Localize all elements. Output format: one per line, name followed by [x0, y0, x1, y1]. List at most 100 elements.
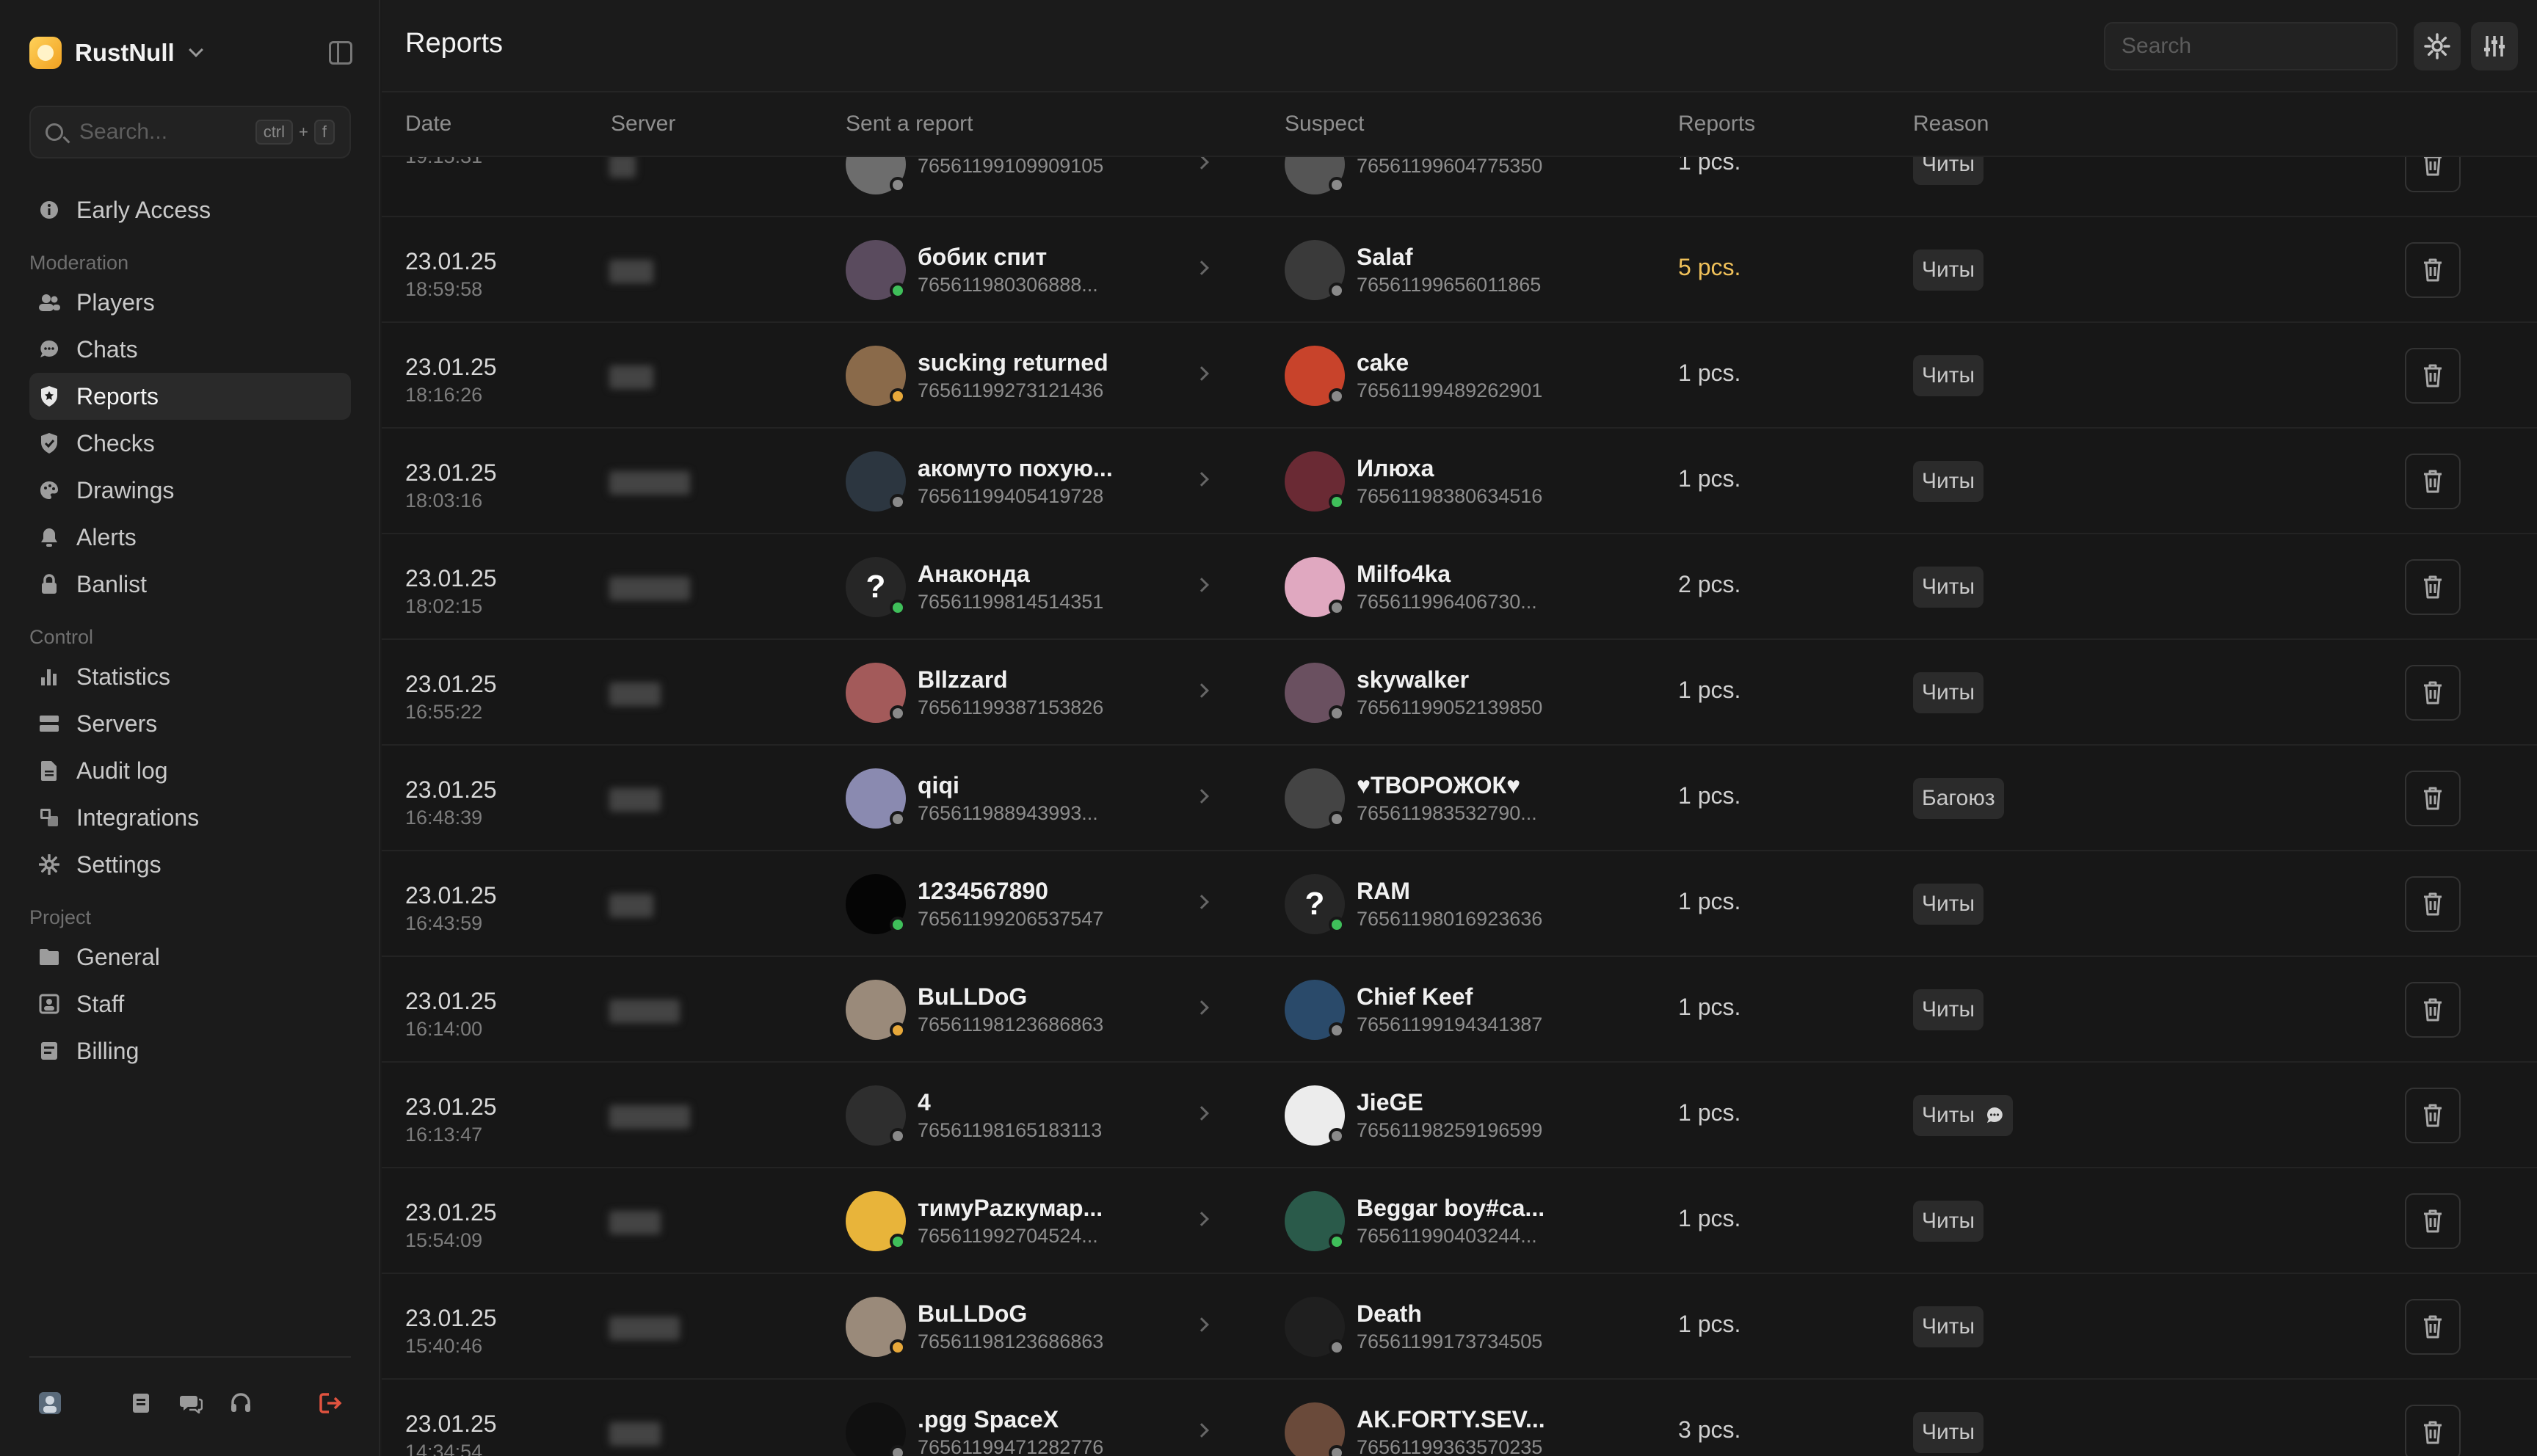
sidebar-item-settings[interactable]: Settings	[29, 841, 351, 888]
suspect-user[interactable]: skywalker 76561199052139850	[1285, 662, 1542, 724]
reason-badge[interactable]: Читы	[1913, 884, 1984, 925]
user-avatar-icon[interactable]	[37, 1390, 63, 1416]
sender-user[interactable]: Bllzzard 76561199387153826	[846, 662, 1103, 724]
delete-button[interactable]	[2405, 771, 2461, 826]
sidebar-item-audit-log[interactable]: Audit log	[29, 747, 351, 794]
reason-badge[interactable]: Читы	[1913, 1306, 1984, 1347]
avatar[interactable]	[1285, 240, 1345, 300]
suspect-name[interactable]: Salaf	[1357, 244, 1541, 271]
sidebar-item-servers[interactable]: Servers	[29, 700, 351, 747]
column-reason[interactable]: Reason	[1913, 112, 1989, 136]
sender-user[interactable]: 1234567890 76561199206537547	[846, 873, 1103, 935]
avatar[interactable]	[1285, 1085, 1345, 1146]
sidebar-item-statistics[interactable]: Statistics	[29, 653, 351, 700]
logout-icon[interactable]	[317, 1390, 344, 1416]
sender-steam-id[interactable]: 765611992704524...	[918, 1225, 1103, 1248]
avatar[interactable]	[846, 1297, 906, 1357]
sender-user[interactable]: BuLLDoG 76561198123686863	[846, 979, 1103, 1041]
suspect-steam-id[interactable]: 76561198016923636	[1357, 908, 1542, 931]
table-row[interactable]: 23.01.25 15:40:46 BuLLDoG 76561198123686863…	[382, 1274, 2537, 1380]
sender-name[interactable]: .pgg SpaceX	[918, 1406, 1103, 1433]
suspect-name[interactable]: JieGE	[1357, 1089, 1542, 1116]
table-row[interactable]: 23.01.25 16:13:47 4 76561198165183113 JieGE 7…	[382, 1063, 2537, 1168]
suspect-user[interactable]: ? RAM 76561198016923636	[1285, 873, 1542, 935]
sender-user[interactable]: .pgg SpaceX 76561199471282776	[846, 1402, 1103, 1456]
sidebar-item-checks[interactable]: Checks	[29, 420, 351, 467]
sidebar-item-billing[interactable]: Billing	[29, 1027, 351, 1074]
suspect-steam-id[interactable]: 765611990403244...	[1357, 1225, 1545, 1248]
suspect-user[interactable]: ♥ТВОРОЖОК♥ 765611983532790...	[1285, 768, 1537, 829]
sidebar-item-integrations[interactable]: Integrations	[29, 794, 351, 841]
sidebar-item-banlist[interactable]: Banlist	[29, 561, 351, 608]
avatar[interactable]	[846, 663, 906, 723]
table-row[interactable]: 23.01.25 18:02:15? Анаконда 765611998145143…	[382, 534, 2537, 640]
suspect-steam-id[interactable]: 76561199489262901	[1357, 379, 1542, 402]
suspect-steam-id[interactable]: 76561199363570235	[1357, 1436, 1545, 1456]
suspect-name[interactable]: Milfo4ka	[1357, 561, 1537, 588]
avatar[interactable]	[1285, 346, 1345, 406]
sender-name[interactable]: BuLLDoG	[918, 1300, 1103, 1328]
suspect-name[interactable]: AK.FORTY.SEV...	[1357, 1406, 1545, 1433]
avatar[interactable]	[846, 451, 906, 512]
reason-badge[interactable]: Читы	[1913, 672, 1984, 713]
delete-button[interactable]	[2405, 559, 2461, 615]
sender-name[interactable]: qiqi	[918, 772, 1098, 799]
sender-name[interactable]: 1234567890	[918, 878, 1103, 905]
sender-steam-id[interactable]: 76561199387153826	[918, 696, 1103, 719]
suspect-name[interactable]: Death	[1357, 1300, 1542, 1328]
delete-button[interactable]	[2405, 348, 2461, 404]
column-suspect[interactable]: Suspect	[1285, 112, 1364, 136]
discord-chat-icon[interactable]	[178, 1390, 204, 1416]
avatar[interactable]	[846, 1191, 906, 1251]
table-row[interactable]: 23.01.25 14:34:54 .pgg SpaceX 7656119947128…	[382, 1380, 2537, 1456]
avatar[interactable]: ?	[846, 557, 906, 617]
sidebar-item-reports[interactable]: Reports	[29, 373, 351, 420]
avatar[interactable]	[846, 874, 906, 934]
sidebar-item-early-access[interactable]: Early Access	[29, 186, 351, 233]
support-headset-icon[interactable]	[228, 1390, 254, 1416]
avatar[interactable]	[1285, 451, 1345, 512]
suspect-name[interactable]: ♥ТВОРОЖОК♥	[1357, 772, 1537, 799]
suspect-user[interactable]: 76561199604775350	[1285, 157, 1542, 195]
sender-name[interactable]: Анаконда	[918, 561, 1103, 588]
suspect-name[interactable]: Илюха	[1357, 455, 1542, 482]
suspect-steam-id[interactable]: 765611996406730...	[1357, 591, 1537, 614]
delete-button[interactable]	[2405, 982, 2461, 1038]
suspect-steam-id[interactable]: 76561198259196599	[1357, 1119, 1542, 1142]
column-server[interactable]: Server	[611, 112, 675, 136]
suspect-name[interactable]: RAM	[1357, 878, 1542, 905]
table-row[interactable]: 23.01.25 18:03:16 акомуто похую... 76561199…	[382, 429, 2537, 534]
suspect-user[interactable]: Chief Keef 76561199194341387	[1285, 979, 1542, 1041]
sender-name[interactable]: тимуPazкумар...	[918, 1195, 1103, 1222]
sender-user[interactable]: ? Анаконда 76561199814514351	[846, 556, 1103, 618]
sender-name[interactable]: sucking returned	[918, 349, 1108, 376]
sidebar-item-alerts[interactable]: Alerts	[29, 514, 351, 561]
reason-badge[interactable]: Читы	[1913, 157, 1984, 185]
sender-user[interactable]: тимуPazкумар... 765611992704524...	[846, 1190, 1103, 1252]
avatar[interactable]	[1285, 1297, 1345, 1357]
sender-steam-id[interactable]: 76561198123686863	[918, 1331, 1103, 1353]
delete-button[interactable]	[2405, 876, 2461, 932]
reason-badge[interactable]: Читы	[1913, 989, 1984, 1030]
avatar[interactable]	[846, 346, 906, 406]
sidebar-item-staff[interactable]: Staff	[29, 980, 351, 1027]
sidebar-item-chats[interactable]: Chats	[29, 326, 351, 373]
delete-button[interactable]	[2405, 1193, 2461, 1249]
suspect-steam-id[interactable]: 76561199052139850	[1357, 696, 1542, 719]
sidebar-item-players[interactable]: Players	[29, 279, 351, 326]
suspect-user[interactable]: Salaf 76561199656011865	[1285, 239, 1541, 301]
filters-button[interactable]	[2471, 22, 2518, 70]
suspect-user[interactable]: Илюха 76561198380634516	[1285, 451, 1542, 512]
avatar[interactable]	[1285, 157, 1345, 194]
sender-user[interactable]: бобик спит 765611980306888...	[846, 239, 1098, 301]
column-date[interactable]: Date	[405, 112, 451, 136]
suspect-steam-id[interactable]: 76561199173734505	[1357, 1331, 1542, 1353]
sender-user[interactable]: qiqi 765611988943993...	[846, 768, 1098, 829]
reason-badge[interactable]: Читы	[1913, 461, 1984, 502]
delete-button[interactable]	[2405, 454, 2461, 509]
sender-steam-id[interactable]: 76561198123686863	[918, 1013, 1103, 1036]
avatar[interactable]	[1285, 768, 1345, 829]
sender-user[interactable]: акомуто похую... 76561199405419728	[846, 451, 1113, 512]
avatar[interactable]	[1285, 557, 1345, 617]
sidebar-collapse-icon[interactable]	[329, 41, 352, 65]
